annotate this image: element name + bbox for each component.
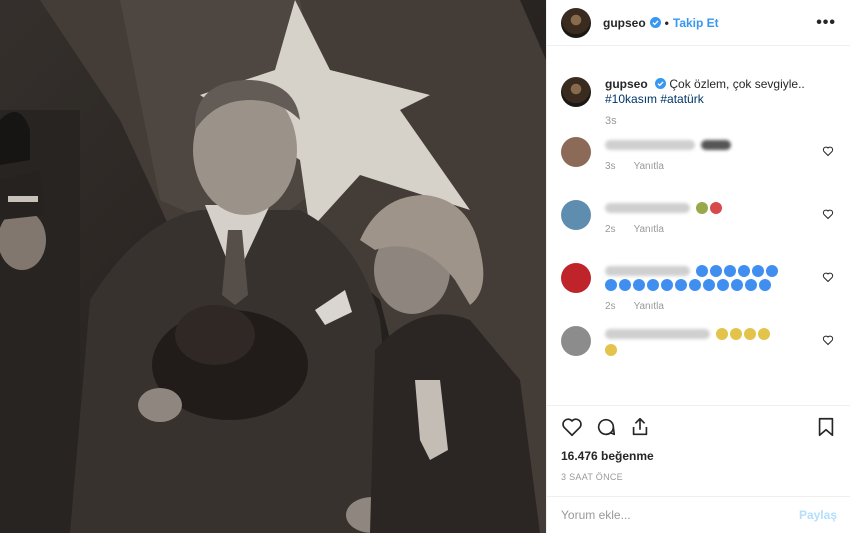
blurred-username: [605, 202, 690, 213]
blurred-username: [605, 139, 695, 150]
post-sidebar: gupseo • Takip Et ••• gupseo Çok özlem, …: [546, 0, 850, 533]
caption-username[interactable]: gupseo: [605, 77, 648, 91]
heart-icon[interactable]: [561, 416, 583, 438]
comment-item: 2s Yanıtla: [561, 263, 836, 312]
author-avatar[interactable]: [561, 7, 591, 38]
emoji-icon: [696, 201, 708, 214]
bookmark-icon[interactable]: [815, 416, 837, 438]
share-icon[interactable]: [629, 416, 651, 438]
comment-time: 3s: [605, 161, 616, 172]
divider: [547, 405, 850, 406]
comment-item: 3s Yanıtla: [561, 137, 836, 172]
blurred-username: [605, 265, 690, 276]
blurred-text: [701, 139, 731, 150]
comment-like-icon[interactable]: [822, 208, 834, 220]
header-separator: •: [664, 15, 669, 30]
comment-item: [561, 326, 836, 356]
caption-text-block: gupseo Çok özlem, çok sevgiyle.. #10kası…: [605, 77, 805, 107]
post-header: gupseo • Takip Et •••: [547, 0, 850, 46]
follow-button[interactable]: Takip Et: [673, 16, 719, 30]
comment-avatar[interactable]: [561, 137, 591, 167]
author-username[interactable]: gupseo: [603, 16, 646, 30]
reply-button[interactable]: Yanıtla: [634, 301, 664, 312]
comment-avatar[interactable]: [561, 326, 591, 356]
caption-text: Çok özlem, çok sevgiyle..: [669, 77, 805, 91]
comments-list: gupseo Çok özlem, çok sevgiyle.. #10kası…: [547, 46, 850, 404]
comment-icon[interactable]: [595, 416, 617, 438]
post-timestamp: 3 SAAT ÖNCE: [561, 472, 623, 482]
add-comment-bar: Yorum ekle... Paylaş: [547, 496, 850, 533]
comment-like-icon[interactable]: [822, 271, 834, 283]
comment-time: 2s: [605, 301, 616, 312]
emoji-group: [716, 326, 772, 340]
verified-badge-icon: [649, 17, 661, 28]
post-photo[interactable]: [0, 0, 546, 533]
comment-input[interactable]: Yorum ekle...: [561, 508, 631, 522]
blue-heart-emojis: [696, 263, 780, 277]
caption-avatar[interactable]: [561, 77, 591, 107]
blurred-username: [605, 328, 710, 339]
reply-button[interactable]: Yanıtla: [634, 224, 664, 235]
reply-button[interactable]: Yanıtla: [634, 161, 664, 172]
post-actions: [547, 412, 850, 442]
post-comment-button[interactable]: Paylaş: [799, 508, 837, 522]
comment-like-icon[interactable]: [822, 334, 834, 346]
comment-time: 2s: [605, 224, 616, 235]
more-options-icon[interactable]: •••: [816, 14, 836, 32]
emoji-icon: [605, 344, 617, 356]
photo-image: [0, 0, 546, 533]
caption-hashtags[interactable]: #10kasım #atatürk: [605, 92, 704, 106]
comment-avatar[interactable]: [561, 200, 591, 230]
comment-like-icon[interactable]: [822, 145, 834, 157]
verified-badge-icon: [655, 78, 667, 89]
heart-emoji-icon: [710, 201, 722, 214]
caption: gupseo Çok özlem, çok sevgiyle.. #10kası…: [561, 77, 836, 127]
like-count[interactable]: 16.476 beğenme: [561, 449, 654, 463]
comment-avatar[interactable]: [561, 263, 591, 293]
blue-heart-emojis-row2: [605, 277, 773, 291]
comment-item: 2s Yanıtla: [561, 200, 836, 235]
caption-time: 3s: [605, 115, 617, 127]
